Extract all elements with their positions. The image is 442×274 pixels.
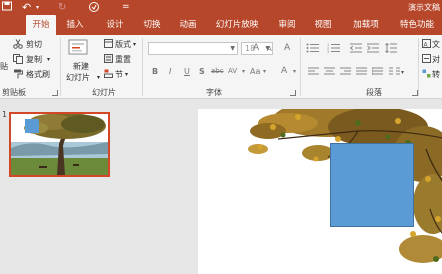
tab-slideshow[interactable]: 幻灯片放映 bbox=[210, 15, 264, 35]
text-direction-icon[interactable]: A bbox=[422, 39, 431, 51]
convert-smartart-button[interactable]: 转 bbox=[432, 69, 440, 80]
new-slide-label[interactable]: 新建 bbox=[73, 61, 89, 72]
align-right-icon[interactable] bbox=[340, 67, 351, 79]
tab-view[interactable]: 视图 bbox=[310, 15, 336, 35]
justify-icon[interactable] bbox=[356, 67, 367, 79]
font-name-field[interactable]: ▼ bbox=[148, 42, 238, 55]
title-bar: ↶ ▾ ↻ = 演示文稿 bbox=[0, 0, 442, 15]
bullets-icon[interactable] bbox=[306, 43, 320, 56]
slide-editor bbox=[176, 100, 442, 274]
reset-button[interactable]: 重置 bbox=[115, 54, 131, 65]
group-divider bbox=[418, 38, 419, 96]
line-spacing-icon[interactable] bbox=[385, 42, 397, 56]
copy-icon[interactable] bbox=[13, 54, 23, 67]
slides-group-label: 幻灯片 bbox=[92, 88, 116, 97]
align-text-button[interactable]: 对 bbox=[432, 54, 440, 65]
paste-button[interactable]: 贴 bbox=[0, 61, 8, 72]
chevron-down-icon: ▼ bbox=[230, 45, 235, 52]
columns-icon[interactable] bbox=[389, 67, 400, 79]
reset-icon[interactable] bbox=[104, 54, 113, 66]
save-icon[interactable] bbox=[2, 1, 12, 16]
paragraph-group-label: 段落 bbox=[366, 88, 382, 97]
section-dropdown-icon[interactable]: ▾ bbox=[125, 69, 128, 80]
new-slide-arrow-icon[interactable]: ▾ bbox=[97, 72, 100, 83]
file-tab[interactable] bbox=[0, 15, 20, 35]
align-center-icon[interactable] bbox=[324, 67, 335, 79]
decrease-indent-icon[interactable] bbox=[349, 43, 362, 56]
tab-animations[interactable]: 动画 bbox=[175, 15, 201, 35]
undo-dropdown-icon[interactable]: ▾ bbox=[36, 1, 39, 14]
shrink-font-icon[interactable]: A bbox=[267, 44, 272, 55]
align-text-icon[interactable] bbox=[422, 54, 431, 66]
font-color-button[interactable]: A bbox=[281, 66, 287, 77]
chevron-down-icon[interactable]: ▾ bbox=[242, 66, 245, 77]
group-divider bbox=[300, 38, 301, 96]
grow-font-icon[interactable]: A bbox=[253, 43, 259, 54]
group-divider bbox=[60, 38, 61, 96]
tab-home[interactable]: 开始 bbox=[26, 15, 56, 35]
tab-review[interactable]: 审阅 bbox=[274, 15, 300, 35]
increase-indent-icon[interactable] bbox=[367, 43, 379, 56]
tab-addins[interactable]: 加载项 bbox=[346, 15, 386, 35]
underline-button[interactable]: U bbox=[184, 66, 190, 77]
character-spacing-button[interactable]: AV bbox=[228, 66, 237, 77]
slide-number: 1 bbox=[2, 110, 8, 119]
format-painter-button[interactable]: 格式刷 bbox=[26, 69, 50, 80]
italic-button[interactable]: I bbox=[169, 66, 171, 77]
new-slide-dropdown[interactable]: 幻灯片 bbox=[66, 72, 90, 83]
thumbnail-shape bbox=[25, 119, 39, 133]
group-divider bbox=[142, 38, 143, 96]
strikethrough-button[interactable]: abc bbox=[211, 66, 224, 77]
rectangle-shape[interactable] bbox=[330, 143, 414, 227]
layout-icon[interactable] bbox=[104, 39, 113, 51]
slide-thumbnail[interactable] bbox=[9, 112, 110, 177]
svg-text:3: 3 bbox=[327, 50, 329, 53]
text-shadow-button[interactable]: S bbox=[199, 66, 205, 77]
layout-button[interactable]: 版式 bbox=[115, 39, 131, 50]
smartart-icon[interactable] bbox=[422, 69, 431, 81]
font-launcher-icon[interactable] bbox=[290, 90, 296, 96]
redo-icon[interactable]: ↻ bbox=[58, 1, 66, 14]
customize-qat-icon[interactable]: = bbox=[122, 1, 130, 14]
section-button[interactable]: 节 bbox=[115, 69, 123, 80]
ribbon: 贴 剪切 复制 ▾ 格式刷 剪贴板 新建 幻灯片 ▾ 版式 ▾ 重置 节 ▾ 幻… bbox=[0, 35, 442, 99]
tab-transitions[interactable]: 切换 bbox=[139, 15, 165, 35]
new-slide-icon[interactable] bbox=[68, 39, 90, 60]
numbering-icon[interactable]: 123 bbox=[327, 43, 341, 56]
chevron-down-icon[interactable]: ▾ bbox=[401, 67, 404, 78]
chevron-down-icon[interactable]: ▾ bbox=[263, 66, 266, 77]
clear-format-icon[interactable]: A bbox=[284, 43, 290, 54]
copy-dropdown-icon[interactable]: ▾ bbox=[47, 54, 50, 65]
clipboard-launcher-icon[interactable] bbox=[52, 90, 58, 96]
slide-thumbnail-pane: 1 bbox=[0, 100, 176, 274]
font-group-label: 字体 bbox=[206, 88, 222, 97]
bold-button[interactable]: B bbox=[152, 66, 158, 77]
text-direction-button[interactable]: 文 bbox=[432, 39, 440, 50]
section-icon[interactable] bbox=[104, 69, 113, 81]
tab-insert[interactable]: 插入 bbox=[62, 15, 88, 35]
distributed-icon[interactable] bbox=[371, 67, 383, 79]
undo-icon[interactable]: ↶ bbox=[22, 1, 31, 14]
cut-icon[interactable] bbox=[13, 39, 23, 52]
slide-canvas[interactable] bbox=[198, 109, 442, 274]
clipboard-group-label: 剪贴板 bbox=[2, 88, 26, 97]
paragraph-launcher-icon[interactable] bbox=[412, 90, 418, 96]
document-title: 演示文稿 bbox=[408, 3, 440, 12]
chevron-down-icon[interactable]: ▾ bbox=[293, 66, 296, 77]
tab-features[interactable]: 特色功能 bbox=[394, 15, 440, 35]
ribbon-tabs: 开始 插入 设计 切换 动画 幻灯片放映 审阅 视图 加载项 特色功能 bbox=[0, 15, 442, 35]
tab-design[interactable]: 设计 bbox=[101, 15, 129, 35]
copy-button[interactable]: 复制 bbox=[26, 54, 42, 65]
align-left-icon[interactable] bbox=[308, 67, 319, 79]
layout-dropdown-icon[interactable]: ▾ bbox=[133, 39, 136, 50]
change-case-button[interactable]: Aa bbox=[250, 66, 260, 77]
cut-button[interactable]: 剪切 bbox=[26, 39, 42, 50]
format-painter-icon[interactable] bbox=[13, 69, 23, 82]
